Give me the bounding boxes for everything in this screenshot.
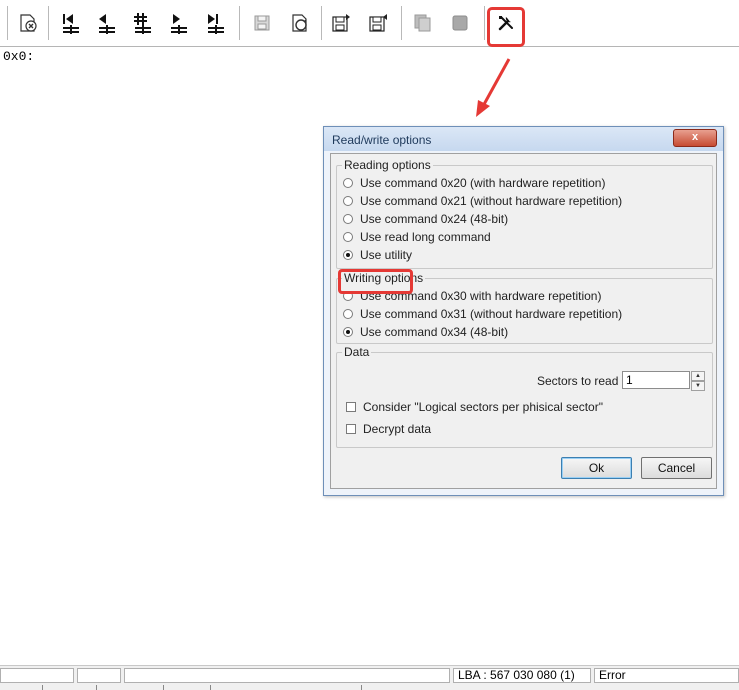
consider-logical-sectors-checkbox[interactable]: Consider "Logical sectors per phisical s…	[346, 398, 603, 416]
status-cell-2	[77, 668, 121, 683]
toolbar-separator	[321, 6, 322, 40]
toolbar-separator	[484, 6, 485, 40]
tools-highlight-box	[487, 7, 525, 47]
refresh-button[interactable]	[288, 10, 312, 36]
status-bar: LBA : 567 030 080 (1) Error	[0, 665, 739, 690]
toolbar	[0, 0, 739, 47]
sectors-spinner: ▲ ▼	[691, 371, 705, 391]
radio-icon	[343, 232, 353, 242]
option-label: Use command 0x34 (48-bit)	[360, 325, 509, 339]
status-divider	[361, 685, 362, 690]
dialog-title-bar: Read/write options x	[324, 127, 723, 151]
write-option-0x31[interactable]: Use command 0x31 (without hardware repet…	[343, 305, 622, 323]
close-device-button[interactable]	[16, 10, 40, 36]
option-label: Use command 0x21 (without hardware repet…	[360, 194, 623, 208]
first-sector-button[interactable]	[58, 10, 82, 36]
close-device-icon	[20, 14, 37, 32]
read-option-0x24[interactable]: Use command 0x24 (48-bit)	[343, 210, 508, 228]
toolbar-separator	[401, 6, 402, 40]
spin-down-button[interactable]: ▼	[691, 381, 705, 391]
radio-icon	[343, 309, 353, 319]
save-sector-icon	[332, 14, 350, 32]
dialog-close-button[interactable]: x	[673, 129, 717, 147]
spin-up-button[interactable]: ▲	[691, 371, 705, 381]
ok-button[interactable]: Ok	[561, 457, 632, 479]
next-sector-icon	[171, 14, 187, 34]
status-divider	[210, 685, 211, 690]
use-utility-highlight-box	[338, 269, 413, 294]
previous-sector-button[interactable]	[94, 10, 118, 36]
save-sector-button[interactable]	[329, 10, 353, 36]
load-sector-button[interactable]	[366, 10, 390, 36]
checkbox-icon	[346, 402, 356, 412]
checkbox-icon	[346, 424, 356, 434]
load-sector-icon	[369, 14, 387, 32]
reading-options-label: Reading options	[342, 158, 433, 172]
read-write-options-dialog: Read/write options x Reading options Use…	[323, 126, 724, 496]
radio-selected-icon	[343, 327, 353, 337]
toolbar-separator	[7, 6, 8, 40]
decrypt-data-checkbox[interactable]: Decrypt data	[346, 420, 431, 438]
save-button[interactable]	[250, 10, 274, 36]
radio-icon	[343, 214, 353, 224]
toolbar-separator	[239, 6, 240, 40]
goto-sector-icon	[134, 13, 151, 34]
write-option-0x34[interactable]: Use command 0x34 (48-bit)	[343, 323, 508, 341]
sectors-to-read-label: Sectors to read	[537, 374, 619, 388]
option-label: Use read long command	[360, 230, 491, 244]
copy-button[interactable]	[411, 10, 435, 36]
checkbox-label: Decrypt data	[363, 422, 432, 436]
data-group: Data Sectors to read 1 ▲ ▼ Consider "Log…	[336, 345, 713, 448]
stop-button[interactable]	[448, 10, 472, 36]
data-label: Data	[342, 345, 372, 359]
offset-label: 0x0:	[3, 49, 35, 64]
read-option-utility[interactable]: Use utility	[343, 246, 412, 264]
last-sector-icon	[208, 14, 224, 34]
lba-readout: LBA : 567 030 080 (1)	[453, 668, 591, 683]
sectors-to-read-input[interactable]: 1	[622, 371, 690, 389]
cancel-button[interactable]: Cancel	[641, 457, 712, 479]
dialog-body: Reading options Use command 0x20 (with h…	[330, 153, 717, 489]
status-cell-3	[124, 668, 450, 683]
read-option-long[interactable]: Use read long command	[343, 228, 491, 246]
status-divider	[163, 685, 164, 690]
toolbar-separator	[48, 6, 49, 40]
read-option-0x20[interactable]: Use command 0x20 (with hardware repetiti…	[343, 174, 605, 192]
option-label: Use utility	[360, 248, 413, 262]
dialog-title: Read/write options	[332, 133, 432, 147]
previous-sector-icon	[99, 14, 115, 34]
checkbox-label: Consider "Logical sectors per phisical s…	[363, 400, 603, 414]
option-label: Use command 0x24 (48-bit)	[360, 212, 509, 226]
stop-icon	[452, 15, 468, 31]
radio-icon	[343, 196, 353, 206]
copy-icon	[414, 14, 431, 32]
option-label: Use command 0x31 (without hardware repet…	[360, 307, 623, 321]
option-label: Use command 0x20 (with hardware repetiti…	[360, 176, 606, 190]
status-divider	[42, 685, 43, 690]
status-cell-1	[0, 668, 74, 683]
first-sector-icon	[63, 14, 79, 34]
status-text: Error	[594, 668, 739, 683]
save-icon	[254, 15, 270, 31]
status-divider	[96, 685, 97, 690]
next-sector-button[interactable]	[166, 10, 190, 36]
goto-sector-button[interactable]	[130, 10, 154, 36]
read-option-0x21[interactable]: Use command 0x21 (without hardware repet…	[343, 192, 622, 210]
reading-options-group: Reading options Use command 0x20 (with h…	[336, 158, 713, 269]
radio-icon	[343, 178, 353, 188]
radio-selected-icon	[343, 250, 353, 260]
last-sector-button[interactable]	[203, 10, 227, 36]
refresh-icon	[292, 14, 307, 32]
